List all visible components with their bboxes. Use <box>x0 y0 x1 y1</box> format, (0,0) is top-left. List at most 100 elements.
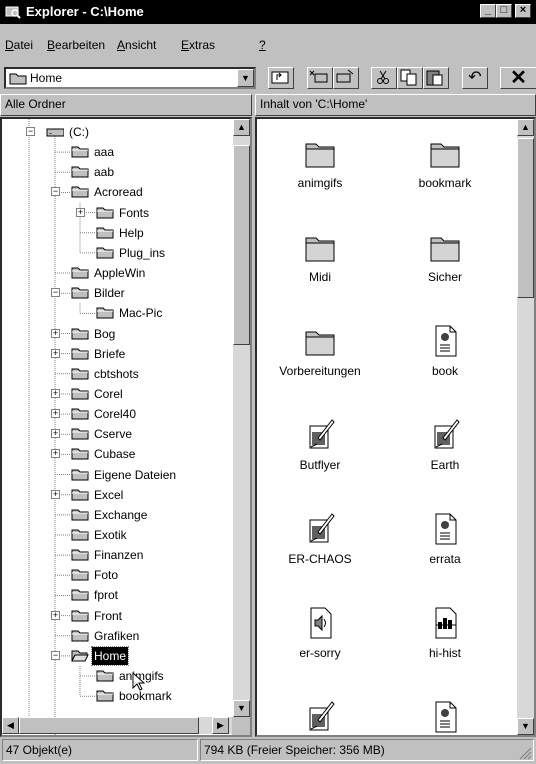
tree-item[interactable]: − (C:) <box>2 122 232 142</box>
tree-item[interactable]: + Fonts <box>2 203 232 223</box>
menu-bearbeiten[interactable]: Bearbeiten <box>47 38 105 52</box>
dropdown-arrow-icon[interactable]: ▼ <box>237 69 254 87</box>
collapse-icon[interactable]: − <box>51 187 60 197</box>
tree-item-label[interactable]: Exchange <box>92 506 149 524</box>
folder-tree[interactable]: − (C:) aaa aab − Acroread + Fonts Help Plug_ins Ap… <box>0 117 252 737</box>
scroll-thumb[interactable] <box>233 145 250 345</box>
expand-icon[interactable]: + <box>51 449 60 459</box>
file-item[interactable]: Vorbereitungen <box>260 324 380 384</box>
scroll-down-arrow-icon[interactable]: ▼ <box>233 700 250 717</box>
file-item[interactable]: ER-CHAOS <box>260 512 380 572</box>
contents-view[interactable]: animgifs bookmark Midi Sicher Vorbereitungen… <box>255 117 536 737</box>
tree-item-label[interactable]: aab <box>92 163 116 181</box>
tree-item[interactable]: aaa <box>2 142 232 162</box>
tree-item[interactable]: Help <box>2 223 232 243</box>
tree-item-label[interactable]: Eigene Dateien <box>92 466 178 484</box>
expand-icon[interactable]: + <box>51 429 60 439</box>
tree-item-label[interactable]: Bog <box>92 325 117 343</box>
tree-item[interactable]: fprot <box>2 585 232 605</box>
menu-ansicht[interactable]: Ansicht <box>117 38 156 52</box>
file-item[interactable]: er-sorry <box>260 606 380 666</box>
tree-item-label[interactable]: Plug_ins <box>117 244 167 262</box>
scroll-left-arrow-icon[interactable]: ◀ <box>2 717 19 734</box>
file-item[interactable]: hi-hist <box>385 606 505 666</box>
tree-item-label[interactable]: Help <box>117 224 146 242</box>
tree-item[interactable]: + Bog <box>2 324 232 344</box>
delete-button[interactable]: ✕ <box>500 67 536 89</box>
expand-icon[interactable]: + <box>51 348 60 358</box>
tree-item[interactable]: + Corel <box>2 384 232 404</box>
scroll-down-arrow-icon[interactable]: ▼ <box>517 718 534 735</box>
tree-item[interactable]: + Corel40 <box>2 404 232 424</box>
disconnect-drive-button[interactable] <box>333 67 359 89</box>
hscroll-thumb[interactable] <box>19 717 199 734</box>
expand-icon[interactable]: + <box>51 328 60 338</box>
file-item[interactable]: Sicher <box>385 230 505 290</box>
expand-icon[interactable]: + <box>51 610 60 620</box>
map-network-drive-button[interactable] <box>307 67 333 89</box>
collapse-icon[interactable]: − <box>51 288 60 298</box>
graphic-icon[interactable] <box>304 700 336 734</box>
tree-item-label[interactable]: Briefe <box>92 345 127 363</box>
tree-item[interactable]: + Front <box>2 606 232 626</box>
tree-item[interactable]: Exchange <box>2 505 232 525</box>
tree-item[interactable]: + Briefe <box>2 344 232 364</box>
tree-item[interactable]: Grafiken <box>2 626 232 646</box>
scroll-up-arrow-icon[interactable]: ▲ <box>517 119 534 136</box>
tree-item[interactable]: animgifs <box>2 666 232 686</box>
minimize-button[interactable]: _ <box>480 4 496 18</box>
expand-icon[interactable]: + <box>51 388 60 398</box>
menu-help[interactable]: ? <box>259 38 266 52</box>
file-item[interactable]: Midi <box>260 230 380 290</box>
tree-item[interactable]: cbtshots <box>2 364 232 384</box>
tree-horizontal-scrollbar[interactable]: ◀ ▶ <box>2 717 232 734</box>
file-item[interactable]: animgifs <box>260 136 380 196</box>
tree-item-label[interactable]: Foto <box>92 566 120 584</box>
menu-extras[interactable]: Extras <box>181 38 215 52</box>
expand-icon[interactable]: + <box>76 207 85 217</box>
collapse-icon[interactable]: − <box>26 127 35 136</box>
tree-item[interactable]: + Cubase <box>2 444 232 464</box>
tree-item-label[interactable]: Corel40 <box>92 405 138 423</box>
maximize-button[interactable]: □ <box>496 4 512 18</box>
file-item[interactable]: bookmark <box>385 136 505 196</box>
tree-item-label[interactable]: Bilder <box>92 284 127 302</box>
scroll-right-arrow-icon[interactable]: ▶ <box>212 717 229 734</box>
tree-vertical-scrollbar[interactable]: ▲ ▼ <box>233 119 250 717</box>
close-button[interactable]: × <box>515 4 531 18</box>
tree-item-label[interactable]: Mac-Pic <box>117 304 164 322</box>
tree-item[interactable]: + Cserve <box>2 424 232 444</box>
tree-item-label[interactable]: Fonts <box>117 204 151 222</box>
paste-button[interactable] <box>423 67 449 89</box>
undo-button[interactable]: ↶ <box>462 67 488 89</box>
contents-vertical-scrollbar[interactable]: ▲ ▼ <box>517 119 534 735</box>
document-icon[interactable] <box>429 700 461 734</box>
tree-item-label[interactable]: Front <box>92 607 124 625</box>
tree-item[interactable]: Plug_ins <box>2 243 232 263</box>
copy-button[interactable] <box>397 67 423 89</box>
collapse-icon[interactable]: − <box>51 650 60 660</box>
tree-item-label[interactable]: aaa <box>92 143 116 161</box>
tree-item-label[interactable]: Corel <box>92 385 125 403</box>
tree-item-label[interactable]: Cserve <box>92 425 134 443</box>
tree-item[interactable]: − Bilder <box>2 283 232 303</box>
tree-item-label[interactable]: AppleWin <box>92 264 147 282</box>
tree-item-label[interactable]: Acroread <box>92 183 145 201</box>
tree-item[interactable]: Exotik <box>2 525 232 545</box>
tree-item[interactable]: AppleWin <box>2 263 232 283</box>
scroll-up-arrow-icon[interactable]: ▲ <box>233 119 250 136</box>
tree-item[interactable]: + Excel <box>2 485 232 505</box>
file-item[interactable]: errata <box>385 512 505 572</box>
tree-item-label[interactable]: (C:) <box>67 123 91 141</box>
tree-item-label[interactable]: Finanzen <box>92 546 145 564</box>
tree-item-label[interactable]: fprot <box>92 586 120 604</box>
file-item[interactable]: Earth <box>385 418 505 478</box>
tree-item[interactable]: Foto <box>2 565 232 585</box>
file-item[interactable]: book <box>385 324 505 384</box>
tree-item-label[interactable]: Grafiken <box>92 627 141 645</box>
up-one-level-button[interactable] <box>268 67 294 89</box>
tree-item-label[interactable]: Exotik <box>92 526 129 544</box>
tree-item-label[interactable]: Home <box>90 645 130 666</box>
scroll-thumb[interactable] <box>517 138 534 298</box>
expand-icon[interactable]: + <box>51 489 60 499</box>
